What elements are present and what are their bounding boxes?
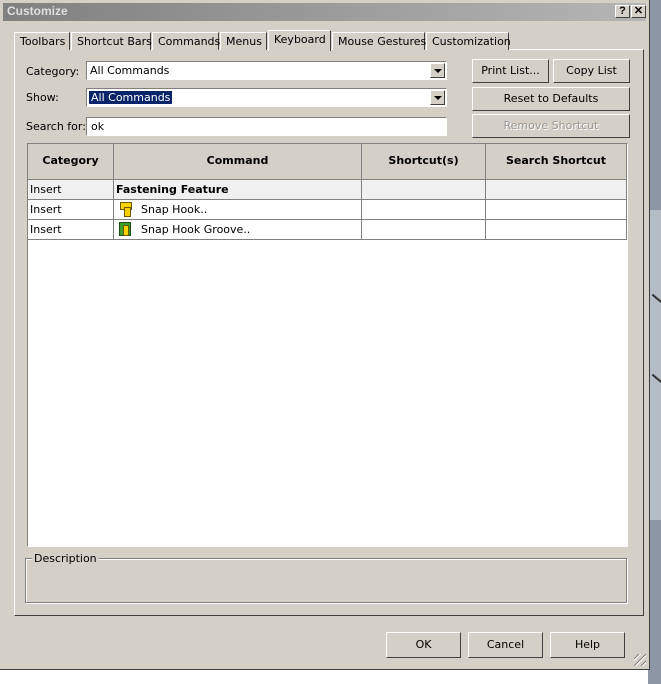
customize-dialog: Customize ? ✕ Toolbars Shortcut Bars Com… xyxy=(0,0,650,670)
column-header-search-shortcut[interactable]: Search Shortcut xyxy=(486,144,627,180)
close-icon[interactable]: ✕ xyxy=(631,5,646,18)
tab-mouse-gestures[interactable]: Mouse Gestures xyxy=(332,32,426,50)
cell-search-shortcut[interactable] xyxy=(486,220,627,240)
chevron-down-icon[interactable] xyxy=(430,63,445,78)
cell-command: Snap Hook Groove.. xyxy=(114,220,362,240)
search-label: Search for: xyxy=(26,120,86,133)
remove-shortcut-button[interactable]: Remove Shortcut xyxy=(472,114,630,138)
help-title-button[interactable]: ? xyxy=(615,5,630,18)
column-header-command[interactable]: Command xyxy=(114,144,362,180)
column-header-shortcuts[interactable]: Shortcut(s) xyxy=(362,144,486,180)
show-dropdown[interactable]: All Commands xyxy=(86,88,447,107)
column-header-category[interactable]: Category xyxy=(28,144,114,180)
description-group: Description xyxy=(25,552,627,603)
tab-shortcut-bars[interactable]: Shortcut Bars xyxy=(71,32,152,50)
cell-search-shortcut[interactable] xyxy=(486,200,627,220)
cell-shortcut[interactable] xyxy=(362,220,486,240)
print-list-button[interactable]: Print List... xyxy=(472,59,549,83)
category-value: All Commands xyxy=(90,64,170,77)
window-title: Customize xyxy=(7,4,68,18)
snap-hook-icon xyxy=(118,201,132,217)
reset-defaults-button[interactable]: Reset to Defaults xyxy=(472,87,630,111)
cell-shortcut[interactable] xyxy=(362,180,486,200)
chevron-down-icon[interactable] xyxy=(430,90,445,105)
cell-command: Snap Hook.. xyxy=(114,200,362,220)
snap-hook-groove-icon xyxy=(118,221,132,236)
tab-toolbars[interactable]: Toolbars xyxy=(14,32,70,50)
cell-command: Fastening Feature xyxy=(114,180,362,200)
shortcut-table[interactable]: Category Command Shortcut(s) Search Shor… xyxy=(27,143,628,547)
show-label: Show: xyxy=(26,91,59,104)
tab-customization[interactable]: Customization xyxy=(426,32,511,50)
show-value: All Commands xyxy=(89,91,173,104)
category-dropdown[interactable]: All Commands xyxy=(86,61,447,80)
title-bar[interactable]: Customize ? ✕ xyxy=(3,3,646,21)
tab-commands[interactable]: Commands xyxy=(152,32,220,50)
tab-menus[interactable]: Menus xyxy=(220,32,267,50)
cell-category: Insert xyxy=(28,200,114,220)
search-input[interactable]: ok xyxy=(86,117,447,136)
ok-button[interactable]: OK xyxy=(386,632,461,658)
description-label: Description xyxy=(32,552,99,565)
cell-category: Insert xyxy=(28,180,114,200)
category-label: Category: xyxy=(26,65,80,78)
cell-category: Insert xyxy=(28,220,114,240)
cell-search-shortcut[interactable] xyxy=(486,180,627,200)
resize-grip-icon[interactable] xyxy=(634,654,646,666)
tab-keyboard[interactable]: Keyboard xyxy=(268,30,331,51)
cell-shortcut[interactable] xyxy=(362,200,486,220)
help-button[interactable]: Help xyxy=(550,632,625,658)
command-label: Snap Hook Groove.. xyxy=(141,223,251,236)
cancel-button[interactable]: Cancel xyxy=(468,632,543,658)
command-label: Snap Hook.. xyxy=(141,203,208,216)
copy-list-button[interactable]: Copy List xyxy=(553,59,630,83)
